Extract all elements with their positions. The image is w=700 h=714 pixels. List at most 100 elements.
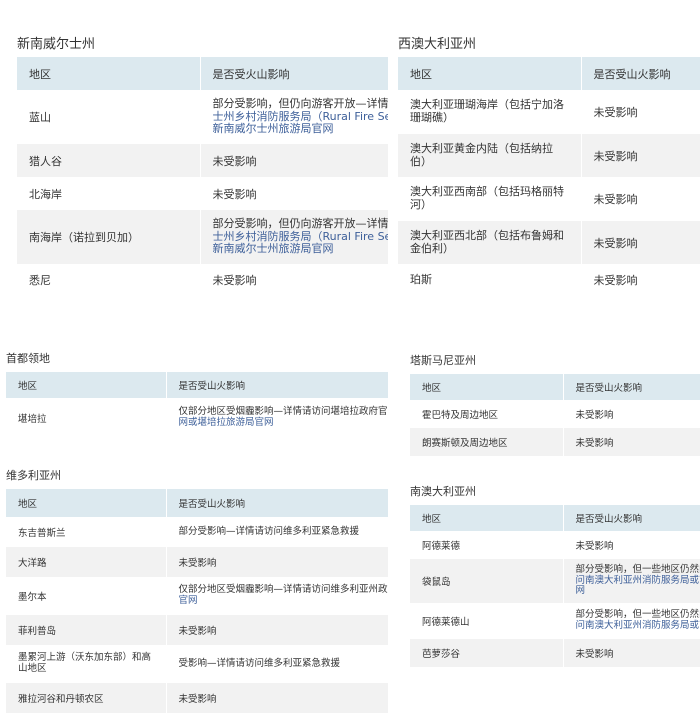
sa-section: 南澳大利亚州 地区 是否受山火影响 阿德莱德 未受影响 袋鼠岛 部分受影响，但一… (410, 475, 700, 675)
table-row: 澳大利亚西北部（包括布鲁姆和 金伯利） 未受影响 (398, 221, 700, 264)
region-cell: 澳大利亚黄金内陆（包括纳拉 伯） (398, 134, 582, 177)
region-cell: 阿德莱德 (410, 531, 564, 559)
table-row: 蓝山 部分受影响，但仍向游客开放—详情请访问新南威尔 士州乡村消防服务局（Rur… (17, 90, 388, 144)
tas-title: 塔斯马尼亚州 (410, 354, 476, 367)
status-cell: 部分受影响—详情请访问维多利亚紧急救援 (166, 517, 388, 547)
wa-title: 西澳大利亚州 (398, 37, 477, 52)
region-cell: 澳大利亚珊瑚海岸（包括宁加洛 珊瑚礁） (398, 90, 582, 134)
status-cell: 未受影响 (200, 264, 388, 296)
region-cell: 墨累河上游（沃东加东部）和高 山地区 (6, 645, 167, 683)
status-cell: 未受影响 (563, 531, 700, 559)
status-line: 仅部分地区受烟霾影响—详情请访问维多利亚州政府 (178, 584, 388, 596)
table-row: 墨累河上游（沃东加东部）和高 山地区 受影响—详情请访问维多利亚紧急救援 (6, 645, 388, 683)
table-header-row: 地区 是否受山火影响 (6, 372, 388, 398)
table-row: 澳大利亚黄金内陆（包括纳拉 伯） 未受影响 (398, 134, 700, 177)
table-header-row: 地区 是否受山火影响 (398, 57, 700, 90)
tas-table: 地区 是否受山火影响 霍巴特及周边地区 未受影响 朗赛斯顿及周边地区 未受影响 (410, 374, 700, 456)
status-cell: 受影响—详情请访问维多利亚紧急救援 (166, 645, 388, 683)
table-row: 霍巴特及周边地区 未受影响 (410, 400, 700, 428)
table-header-row: 地区 是否受山火影响 (6, 489, 388, 517)
nsw-section: 新南威尔士州 地区 是否受火山影响 蓝山 部分受影响，但仍向游客开放—详情请访问… (0, 0, 388, 305)
table-row: 澳大利亚西南部（包括玛格丽特 河） 未受影响 (398, 177, 700, 221)
region-cell: 蓝山 (17, 90, 201, 144)
header-status: 是否受山火影响 (581, 57, 700, 90)
header-region: 地区 (6, 372, 167, 398)
nsw-table: 地区 是否受火山影响 蓝山 部分受影响，但仍向游客开放—详情请访问新南威尔 士州… (17, 57, 388, 296)
header-status: 是否受火山影响 (200, 57, 388, 90)
status-link[interactable]: 新南威尔士州旅游局官网 (213, 123, 388, 136)
status-link[interactable]: 网或堪培拉旅游局官网 (179, 417, 388, 429)
header-status: 是否受山火影响 (563, 505, 700, 531)
header-region: 地区 (17, 57, 201, 90)
table-row: 朗赛斯顿及周边地区 未受影响 (410, 428, 700, 456)
tas-section: 塔斯马尼亚州 地区 是否受山火影响 霍巴特及周边地区 未受影响 朗赛斯顿及周边地… (410, 345, 700, 460)
status-link[interactable]: 问南澳大利亚州消防服务局或南澳大利亚州旅游局官网 (576, 620, 700, 632)
region-cell: 阿德莱德山 (410, 603, 564, 639)
status-cell: 未受影响 (563, 639, 700, 667)
act-title: 首都领地 (6, 352, 50, 365)
status-cell: 未受影响 (166, 547, 388, 577)
region-cell: 悉尼 (17, 264, 201, 296)
table-row: 悉尼 未受影响 (17, 264, 388, 296)
status-cell: 未受影响 (563, 400, 700, 428)
table-row: 雅拉河谷和丹顿农区 未受影响 (6, 683, 388, 713)
header-region: 地区 (398, 57, 582, 90)
header-region: 地区 (410, 505, 564, 531)
region-cell: 大洋路 (6, 547, 167, 577)
table-row: 澳大利亚珊瑚海岸（包括宁加洛 珊瑚礁） 未受影响 (398, 90, 700, 134)
status-link[interactable]: 部分受影响—详情请访问维多利亚紧急救援 (179, 526, 388, 538)
table-row: 墨尔本 仅部分地区受烟霾影响—详情请访问维多利亚州政府 官网 (6, 577, 388, 615)
region-cell: 芭萝莎谷 (410, 639, 564, 667)
table-row: 珀斯 未受影响 (398, 264, 700, 296)
table-header-row: 地区 是否受火山影响 (17, 57, 388, 90)
header-status: 是否受山火影响 (563, 374, 700, 400)
region-cell: 朗赛斯顿及周边地区 (410, 428, 564, 456)
table-row: 大洋路 未受影响 (6, 547, 388, 577)
status-cell: 未受影响 (200, 177, 388, 210)
header-status: 是否受山火影响 (166, 489, 388, 517)
region-cell: 雅拉河谷和丹顿农区 (6, 683, 167, 713)
table-row: 南海岸（诺拉到贝加） 部分受影响，但仍向游客开放—详情请访问新南威尔 士州乡村消… (17, 210, 388, 264)
status-cell: 未受影响 (581, 264, 700, 296)
wa-section: 西澳大利亚州 地区 是否受山火影响 澳大利亚珊瑚海岸（包括宁加洛 珊瑚礁） 未受… (398, 0, 700, 305)
region-cell: 堪培拉 (6, 398, 167, 438)
nsw-title: 新南威尔士州 (17, 37, 96, 52)
region-cell: 袋鼠岛 (410, 559, 564, 603)
status-cell: 未受影响 (200, 144, 388, 177)
region-cell: 墨尔本 (6, 577, 167, 615)
status-link[interactable]: 网 (576, 586, 700, 597)
status-link[interactable]: 受影响—详情请访问维多利亚紧急救援 (179, 658, 388, 670)
table-header-row: 地区 是否受山火影响 (410, 374, 700, 400)
status-link[interactable]: 问南澳大利亚州消防服务局或南澳大利亚州旅游局官 (576, 575, 700, 587)
status-line: 部分受影响，但仍向游客开放—详情请访问新南威尔 (212, 217, 388, 231)
table-row: 阿德莱德山 部分受影响，但一些地区仍然向游客开放—详情请访 问南澳大利亚州消防服… (410, 603, 700, 639)
region-cell: 澳大利亚西南部（包括玛格丽特 河） (398, 177, 582, 221)
status-cell: 部分受影响，但仍向游客开放—详情请访问新南威尔 士州乡村消防服务局（Rural … (200, 210, 388, 264)
table-row: 芭萝莎谷 未受影响 (410, 639, 700, 667)
status-link[interactable]: 新南威尔士州旅游局官网 (213, 243, 388, 256)
status-cell: 部分受影响，但一些地区仍然向游客开放—详情请访 问南澳大利亚州消防服务局或南澳大… (563, 603, 700, 639)
sa-table: 地区 是否受山火影响 阿德莱德 未受影响 袋鼠岛 部分受影响，但一些地区仍然向游… (410, 505, 700, 667)
status-line: 部分受影响，但仍向游客开放—详情请访问新南威尔 (212, 97, 388, 111)
vic-section: 维多利亚州 地区 是否受山火影响 东吉普斯兰 部分受影响—详情请访问维多利亚紧急… (0, 455, 388, 714)
status-cell: 未受影响 (166, 615, 388, 645)
status-cell: 未受影响 (581, 221, 700, 264)
status-cell: 部分受影响，但一些地区仍然向游客开放—详情请访 问南澳大利亚州消防服务局或南澳大… (563, 559, 700, 603)
table-row: 菲利普岛 未受影响 (6, 615, 388, 645)
vic-title: 维多利亚州 (6, 469, 61, 482)
status-cell: 部分受影响，但仍向游客开放—详情请访问新南威尔 士州乡村消防服务局（Rural … (200, 90, 388, 144)
status-cell: 未受影响 (581, 177, 700, 221)
table-row: 堪培拉 仅部分地区受烟霾影响—详情请访问堪培拉政府官 网或堪培拉旅游局官网 (6, 398, 388, 438)
status-link[interactable]: 官网 (179, 595, 388, 607)
status-cell: 未受影响 (581, 134, 700, 177)
region-cell: 霍巴特及周边地区 (410, 400, 564, 428)
table-row: 东吉普斯兰 部分受影响—详情请访问维多利亚紧急救援 (6, 517, 388, 547)
region-cell: 菲利普岛 (6, 615, 167, 645)
header-region: 地区 (410, 374, 564, 400)
region-cell: 北海岸 (17, 177, 201, 210)
table-row: 袋鼠岛 部分受影响，但一些地区仍然向游客开放—详情请访 问南澳大利亚州消防服务局… (410, 559, 700, 603)
status-cell: 未受影响 (166, 683, 388, 713)
region-cell: 南海岸（诺拉到贝加） (17, 210, 201, 264)
wa-table: 地区 是否受山火影响 澳大利亚珊瑚海岸（包括宁加洛 珊瑚礁） 未受影响 澳大利亚… (398, 57, 700, 296)
region-cell: 澳大利亚西北部（包括布鲁姆和 金伯利） (398, 221, 582, 264)
